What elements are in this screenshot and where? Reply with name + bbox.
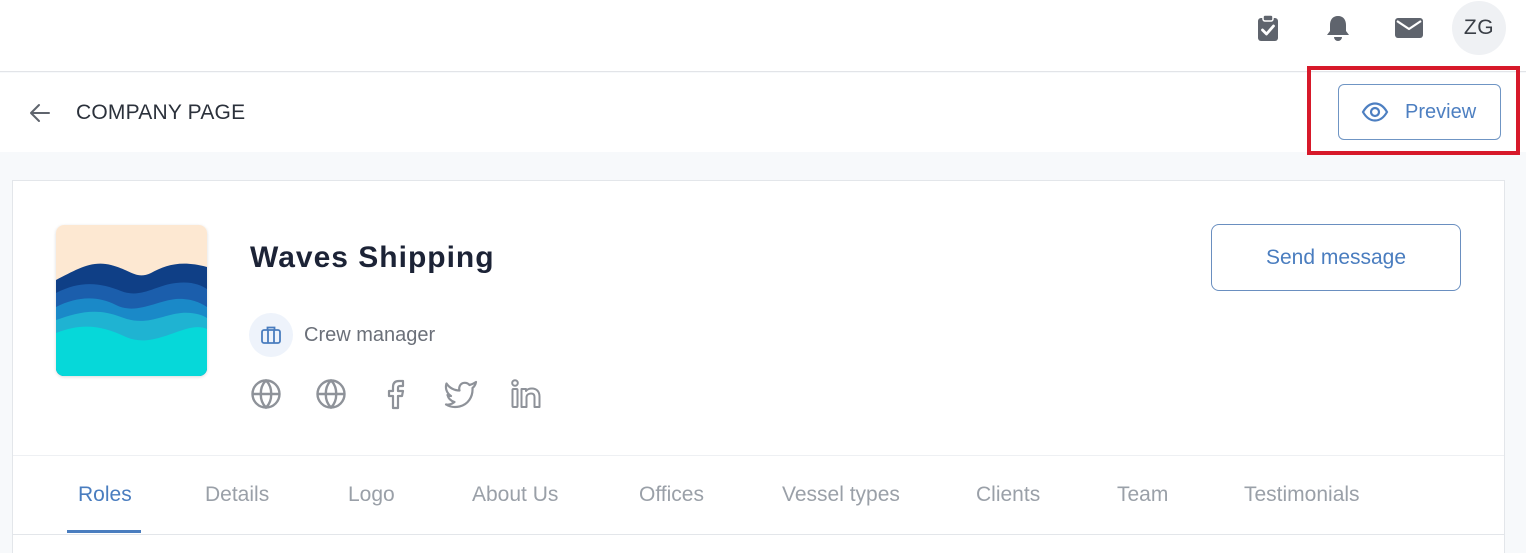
back-button[interactable] xyxy=(26,99,54,127)
twitter-icon[interactable] xyxy=(444,377,478,411)
page-title: COMPANY PAGE xyxy=(76,101,246,124)
tab-about-us[interactable]: About Us xyxy=(472,483,558,507)
linkedin-icon[interactable] xyxy=(509,377,543,411)
preview-label: Preview xyxy=(1405,100,1477,123)
tab-logo[interactable]: Logo xyxy=(348,483,395,507)
page-header: COMPANY PAGE Preview xyxy=(0,73,1526,152)
company-name: Waves Shipping xyxy=(250,241,495,274)
tab-vessel-types[interactable]: Vessel types xyxy=(782,483,900,507)
active-tab-indicator xyxy=(67,530,141,533)
company-card: Waves Shipping Crew manager Send message… xyxy=(12,180,1505,553)
mail-icon[interactable] xyxy=(1391,10,1427,46)
facebook-icon[interactable] xyxy=(379,377,413,411)
preview-button[interactable]: Preview xyxy=(1338,84,1501,140)
tab-testimonials[interactable]: Testimonials xyxy=(1244,483,1360,507)
arrow-left-icon xyxy=(30,104,50,122)
tab-offices[interactable]: Offices xyxy=(639,483,704,507)
bell-icon[interactable] xyxy=(1320,10,1356,46)
company-logo xyxy=(56,225,207,376)
clipboard-check-icon[interactable] xyxy=(1250,10,1286,46)
tab-bar: Roles Details Logo About Us Offices Vess… xyxy=(13,456,1504,534)
user-avatar[interactable]: ZG xyxy=(1452,1,1506,55)
tab-team[interactable]: Team xyxy=(1117,483,1168,507)
briefcase-icon xyxy=(249,313,293,357)
globe-icon[interactable] xyxy=(249,377,283,411)
top-bar: ZG xyxy=(0,0,1526,72)
globe-icon[interactable] xyxy=(314,377,348,411)
eye-icon xyxy=(1361,102,1389,122)
tab-roles[interactable]: Roles xyxy=(78,483,132,507)
send-message-button[interactable]: Send message xyxy=(1211,224,1461,291)
tab-clients[interactable]: Clients xyxy=(976,483,1040,507)
divider xyxy=(13,534,1504,535)
tab-details[interactable]: Details xyxy=(205,483,269,507)
company-role: Crew manager xyxy=(304,324,436,346)
